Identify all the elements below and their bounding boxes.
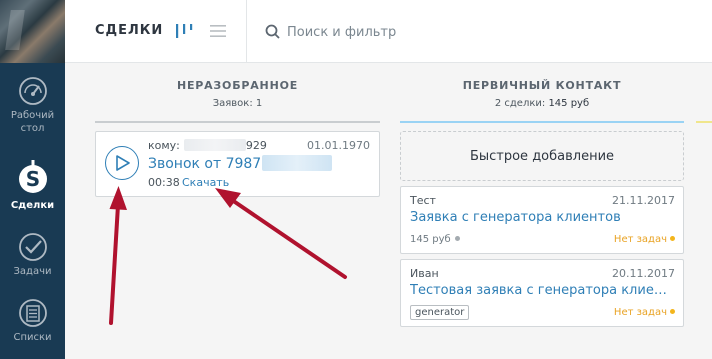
column-header-unsorted: НЕРАЗОБРАННОЕ Заявок: 1 [95, 79, 380, 109]
sidebar: Рабочий стол S Сделки Задачи Списки [0, 0, 65, 359]
svg-text:S: S [25, 167, 39, 191]
sidebar-item-lists[interactable]: Списки [0, 298, 65, 344]
column-subtitle: Заявок: 1 [212, 98, 263, 109]
play-icon [116, 155, 130, 171]
lead-contact: Иван [410, 267, 439, 280]
column-title: НЕРАЗОБРАННОЕ [176, 79, 299, 92]
task-status-text: Нет задач [613, 307, 667, 318]
pipeline-view-icon[interactable] [175, 22, 195, 40]
column-underline [95, 121, 380, 123]
column-subtitle: 2 сделки: 145 руб [400, 98, 684, 109]
sidebar-item-tasks[interactable]: Задачи [0, 232, 65, 278]
list-document-icon [18, 299, 47, 327]
call-title-text: Звонок от 7987 [148, 156, 262, 172]
column-total-sum: 145 руб [548, 98, 590, 109]
dollar-icon: S [18, 160, 47, 193]
lead-price: 145 руб [410, 234, 460, 245]
lead-date: 21.11.2017 [612, 194, 675, 207]
sidebar-item-label: Списки [13, 332, 52, 343]
arrow-to-download-link [215, 188, 347, 279]
redacted-number [183, 139, 246, 151]
lead-card[interactable]: Иван 20.11.2017 Тестовая заявка с генера… [400, 259, 684, 327]
sidebar-item-label: Сделки [10, 200, 55, 211]
page-title: СДЕЛКИ [95, 23, 164, 38]
search-icon[interactable] [265, 24, 280, 39]
column-deal-count: 2 сделки: [494, 98, 546, 109]
column-title: ПЕРВИЧНЫЙ КОНТАКТ [462, 79, 622, 92]
lead-title-link[interactable]: Тестовая заявка с генератора клиенто... [410, 283, 674, 298]
top-bar: СДЕЛКИ [65, 0, 712, 63]
task-status[interactable]: Нет задач [614, 307, 675, 318]
arrow-to-play-button [109, 186, 127, 325]
sidebar-item-dashboard[interactable]: Рабочий стол [0, 76, 65, 135]
lead-tag[interactable]: generator [410, 305, 470, 320]
next-column-underline [696, 121, 712, 123]
lead-card[interactable]: Тест 21.11.2017 Заявка с генератора клие… [400, 186, 684, 254]
call-title[interactable]: Звонок от 7987 [148, 155, 333, 172]
task-status-dot [670, 236, 675, 241]
task-status[interactable]: Нет задач [614, 234, 675, 245]
status-dot [454, 236, 460, 241]
lead-contact: Тест [410, 194, 436, 207]
column-underline [400, 121, 684, 123]
column-header-first-contact: ПЕРВИЧНЫЙ КОНТАКТ 2 сделки: 145 руб [400, 79, 684, 109]
sidebar-item-label: Рабочий стол [10, 110, 55, 134]
call-to-prefix: кому: [148, 139, 180, 152]
incoming-call-card[interactable]: кому: 929 01.01.1970 Звонок от 7987 00:38… [95, 131, 380, 197]
lead-price-value: 145 руб [410, 234, 451, 245]
list-view-icon[interactable] [210, 23, 226, 39]
topbar-divider [246, 0, 247, 63]
quick-add-button[interactable]: Быстрое добавление [400, 131, 684, 181]
account-avatar[interactable] [0, 0, 65, 63]
task-status-dot [670, 309, 675, 314]
lead-title-link[interactable]: Заявка с генератора клиентов [410, 210, 674, 225]
call-to-number: 929 [245, 139, 267, 152]
search-input[interactable] [287, 20, 547, 44]
lead-date: 20.11.2017 [612, 267, 675, 280]
sidebar-item-deals[interactable]: S Сделки [0, 160, 65, 212]
sidebar-item-label: Задачи [13, 266, 52, 277]
download-recording-link[interactable]: Скачать [182, 176, 229, 189]
call-recipient: кому: 929 [148, 139, 267, 152]
call-duration: 00:38 [148, 176, 180, 189]
task-status-text: Нет задач [613, 234, 667, 245]
call-date: 01.01.1970 [307, 139, 370, 152]
redacted-number [262, 155, 333, 171]
play-call-button[interactable] [105, 146, 139, 180]
checkmark-circle-icon [18, 233, 47, 261]
dashboard-speedometer-icon [18, 77, 47, 105]
